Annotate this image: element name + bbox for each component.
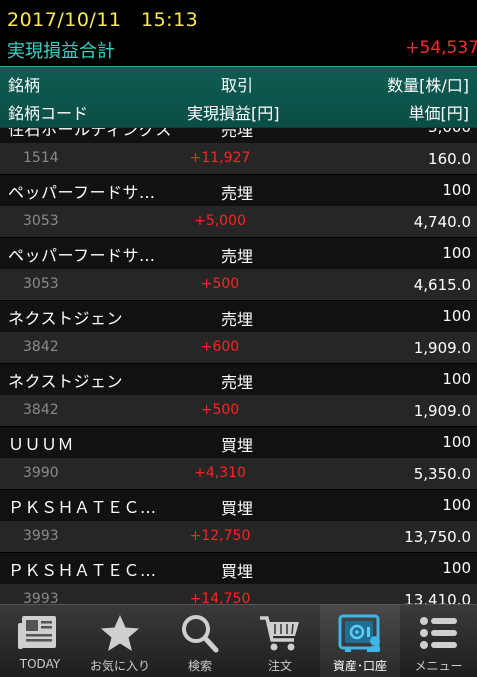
table-row[interactable]: ネクストジェン 売埋 100 3842 +600 1,909.0 [0, 301, 477, 364]
stock-name: 住石ホールディングス [8, 126, 172, 139]
stock-name: ペッパーフードサ… [8, 246, 156, 265]
cart-icon [240, 613, 320, 655]
tab-label: TODAY [19, 657, 61, 671]
unit-price: 13,410.0 [404, 591, 471, 604]
table-row[interactable]: ペッパーフードサ… 売埋 100 3053 +500 4,615.0 [0, 238, 477, 301]
unit-price: 5,350.0 [413, 465, 471, 483]
summary-label: 実現損益合計 [7, 41, 115, 62]
quantity: 100 [442, 181, 471, 199]
realized-pl: +600 [200, 339, 240, 355]
summary-value: +54,537 [405, 38, 477, 58]
unit-price: 4,740.0 [413, 213, 471, 231]
unit-price: 4,615.0 [413, 276, 471, 294]
table-row[interactable]: ペッパーフードサ… 売埋 100 3053 +5,000 4,740.0 [0, 175, 477, 238]
trade-type: 売埋 [221, 373, 254, 392]
stock-code: 3993 [23, 528, 59, 544]
header-name: 銘柄 [8, 76, 41, 95]
trade-type: 買埋 [221, 499, 254, 518]
realized-pl: +4,310 [194, 465, 246, 481]
stock-name: ＰＫＳＨＡＴＥＣ… [8, 498, 157, 517]
stock-code: 3053 [23, 213, 59, 229]
stock-name: ＵＵＵＭ [8, 435, 75, 454]
stock-code: 1514 [23, 150, 59, 166]
header-realized-pl: 実現損益[円] [187, 104, 280, 123]
table-row[interactable]: ＰＫＳＨＡＴＥＣ… 買埋 100 3993 +14,750 13,410.0 [0, 553, 477, 604]
table-header: 銘柄 取引 数量[株/口] 銘柄コード 実現損益[円] 単価[円] [0, 66, 477, 128]
stock-name: ネクストジェン [8, 372, 124, 391]
tab-favorites[interactable]: お気に入り [80, 605, 160, 677]
star-icon [80, 613, 160, 655]
tab-menu[interactable]: メニュー [400, 605, 477, 677]
stock-name: ＰＫＳＨＡＴＥＣ… [8, 561, 157, 580]
bottom-tab-bar: TODAY お気に入り 検索 注文 資産･口座 メニュー [0, 604, 477, 677]
quantity: 100 [442, 433, 471, 451]
stock-name: ネクストジェン [8, 309, 124, 328]
trade-list[interactable]: 住石ホールディングス 売埋 3,000 1514 +11,927 160.0 ペ… [0, 126, 477, 604]
tab-order[interactable]: 注文 [240, 605, 320, 677]
realized-pl: +5,000 [194, 213, 246, 229]
tab-label: 資産･口座 [332, 659, 387, 673]
quantity: 100 [442, 496, 471, 514]
stock-code: 3993 [23, 591, 59, 604]
newspaper-icon [0, 613, 80, 655]
unit-price: 13,750.0 [404, 528, 471, 546]
quantity: 100 [442, 559, 471, 577]
header-quantity: 数量[株/口] [387, 76, 469, 95]
header-trade: 取引 [221, 76, 254, 95]
header-code: 銘柄コード [8, 104, 89, 123]
tab-label: お気に入り [89, 659, 150, 673]
trade-type: 買埋 [221, 562, 254, 581]
table-row[interactable]: ＰＫＳＨＡＴＥＣ… 買埋 100 3993 +12,750 13,750.0 [0, 490, 477, 553]
trade-type: 買埋 [221, 436, 254, 455]
quantity: 100 [442, 244, 471, 262]
trade-type: 売埋 [221, 126, 254, 140]
unit-price: 1,909.0 [413, 339, 471, 357]
tab-today[interactable]: TODAY [0, 605, 80, 677]
realized-pl: +14,750 [189, 591, 251, 604]
stock-code: 3842 [23, 402, 59, 418]
search-icon [160, 613, 240, 655]
header-unit-price: 単価[円] [408, 104, 470, 123]
tab-label: 注文 [267, 659, 292, 673]
unit-price: 160.0 [428, 150, 471, 168]
status-bar: 2017/10/11 15:13 [0, 0, 477, 34]
tab-assets-account[interactable]: 資産･口座 [320, 605, 400, 677]
tab-label: メニュー [414, 659, 463, 673]
menu-icon [400, 613, 477, 655]
trade-type: 売埋 [221, 310, 254, 329]
table-row[interactable]: 住石ホールディングス 売埋 3,000 1514 +11,927 160.0 [0, 126, 477, 175]
quantity: 100 [442, 307, 471, 325]
table-row[interactable]: ＵＵＵＭ 買埋 100 3990 +4,310 5,350.0 [0, 427, 477, 490]
quantity: 100 [442, 370, 471, 388]
table-row[interactable]: ネクストジェン 売埋 100 3842 +500 1,909.0 [0, 364, 477, 427]
tab-search[interactable]: 検索 [160, 605, 240, 677]
trade-type: 売埋 [221, 247, 254, 266]
stock-name: ペッパーフードサ… [8, 183, 156, 202]
trade-type: 売埋 [221, 184, 254, 203]
realized-pl: +11,927 [189, 150, 251, 166]
stock-code: 3990 [23, 465, 59, 481]
realized-pl-summary: 実現損益合計 +54,537 [0, 34, 477, 66]
stock-code: 3053 [23, 276, 59, 292]
tab-label: 検索 [187, 659, 212, 673]
realized-pl: +12,750 [189, 528, 251, 544]
safe-icon [320, 613, 400, 655]
unit-price: 1,909.0 [413, 402, 471, 420]
realized-pl: +500 [200, 276, 240, 292]
stock-code: 3842 [23, 339, 59, 355]
datetime: 2017/10/11 15:13 [7, 9, 199, 31]
realized-pl: +500 [200, 402, 240, 418]
